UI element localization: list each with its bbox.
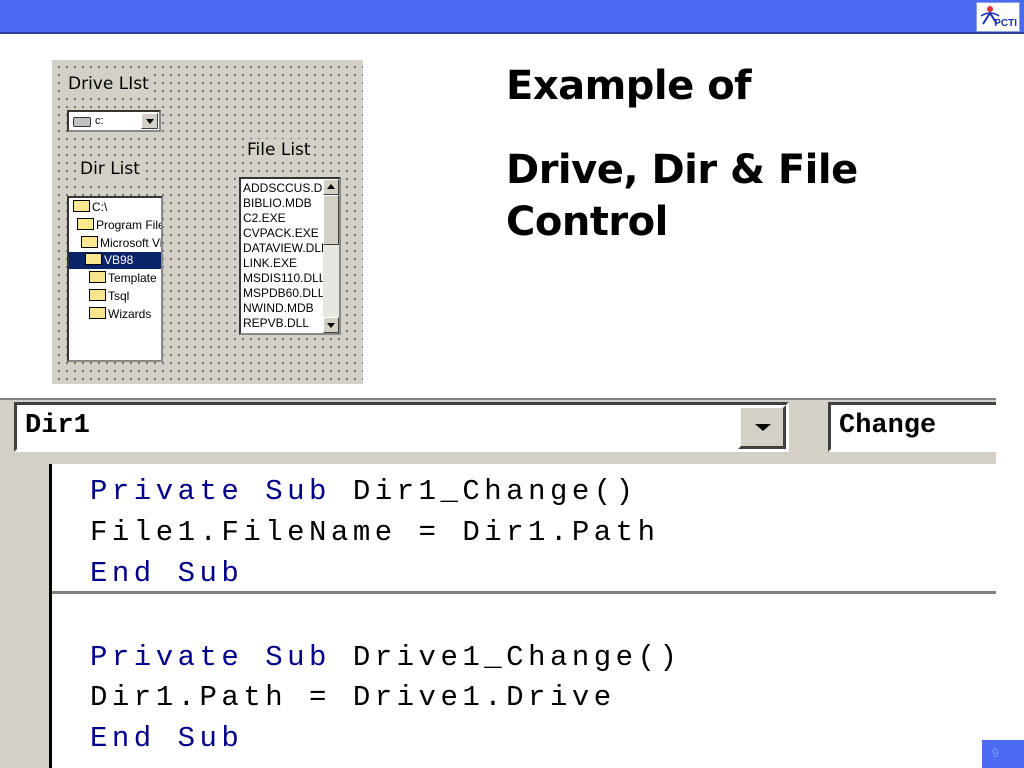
list-item[interactable]: REPVB.DLL [243,316,309,331]
open-folder-icon [77,218,94,230]
object-dropdown-arrow-icon[interactable] [738,405,786,449]
folder-icon [89,289,106,301]
object-dropdown-value: Dir1 [25,411,90,441]
code-editor-gutter [0,464,52,768]
slide-title-line-1: Example of [506,63,752,109]
scroll-up-arrow-icon[interactable] [323,179,339,195]
scroll-down-arrow-icon[interactable] [323,317,339,333]
page-number: 9 [992,746,999,760]
code-line[interactable]: End Sub [90,719,243,759]
drive-list-label: Drive LIst [65,73,152,95]
file-list-box[interactable]: ADDSCCUS.DLL BIBLIO.MDB C2.EXE CVPACK.EX… [239,177,341,335]
scroll-thumb[interactable] [323,195,339,245]
dir-list-box[interactable]: C:\ Program Files Microsoft Visual Studi… [67,196,163,362]
procedure-dropdown-value: Change [839,411,937,441]
dir-item-tsql[interactable]: Tsql [89,288,129,305]
slide-title-line-3: Control [506,199,668,245]
dir-item-root[interactable]: C:\ [73,199,107,216]
file-list-label: File List [244,139,314,161]
file-list-scrollbar[interactable] [323,179,339,333]
open-folder-icon [73,200,90,212]
list-item[interactable]: BIBLIO.MDB [243,196,312,211]
procedure-dropdown[interactable]: Change [828,402,996,452]
open-folder-icon [81,236,98,248]
open-folder-icon [85,253,102,265]
list-item[interactable]: DATAVIEW.DLL [243,241,328,256]
page-number-box: 9 [982,740,1024,768]
list-item[interactable]: MSPDB60.DLL [243,286,324,301]
code-line[interactable]: End Sub [90,554,243,594]
drive-icon [73,117,91,127]
folder-icon [89,307,106,319]
list-item[interactable]: ADDSCCUS.DLL [243,181,336,196]
dir-item-template[interactable]: Template [89,270,157,287]
code-line[interactable]: File1.FileName = Dir1.Path [90,513,659,553]
dir-item-microsoft-visual-studio[interactable]: Microsoft Visual Studio [81,235,161,252]
list-item[interactable]: NWIND.MDB [243,301,314,316]
code-line[interactable]: Private Sub Drive1_Change() [90,638,681,678]
slide-title-line-2: Drive, Dir & File [506,147,858,193]
list-item[interactable]: C2.EXE [243,211,286,226]
dir-item-program-files[interactable]: Program Files [77,217,161,234]
object-dropdown[interactable]: Dir1 [14,402,789,452]
logo-text: PCTI [994,18,1017,29]
dir-list-label: Dir List [77,158,143,180]
list-item[interactable]: CVPACK.EXE [243,226,319,241]
code-line[interactable]: Dir1.Path = Drive1.Drive [90,678,616,718]
list-item[interactable]: LINK.EXE [243,256,297,271]
code-line[interactable]: Private Sub Dir1_Change() [90,472,638,512]
dir-item-vb98[interactable]: VB98 [69,252,161,269]
drive-list-box[interactable]: c: [67,110,161,132]
list-item[interactable]: MSDIS110.DLL [243,271,325,286]
pcti-logo: PCTI [976,2,1020,32]
drive-value: c: [95,115,104,127]
vb-form-designer: Drive LIst c: Dir List C:\ Program Files… [52,60,363,384]
top-banner: PCTI [0,0,1024,34]
folder-icon [89,271,106,283]
drive-dropdown-arrow-icon[interactable] [141,113,158,129]
dir-item-wizards[interactable]: Wizards [89,306,151,323]
